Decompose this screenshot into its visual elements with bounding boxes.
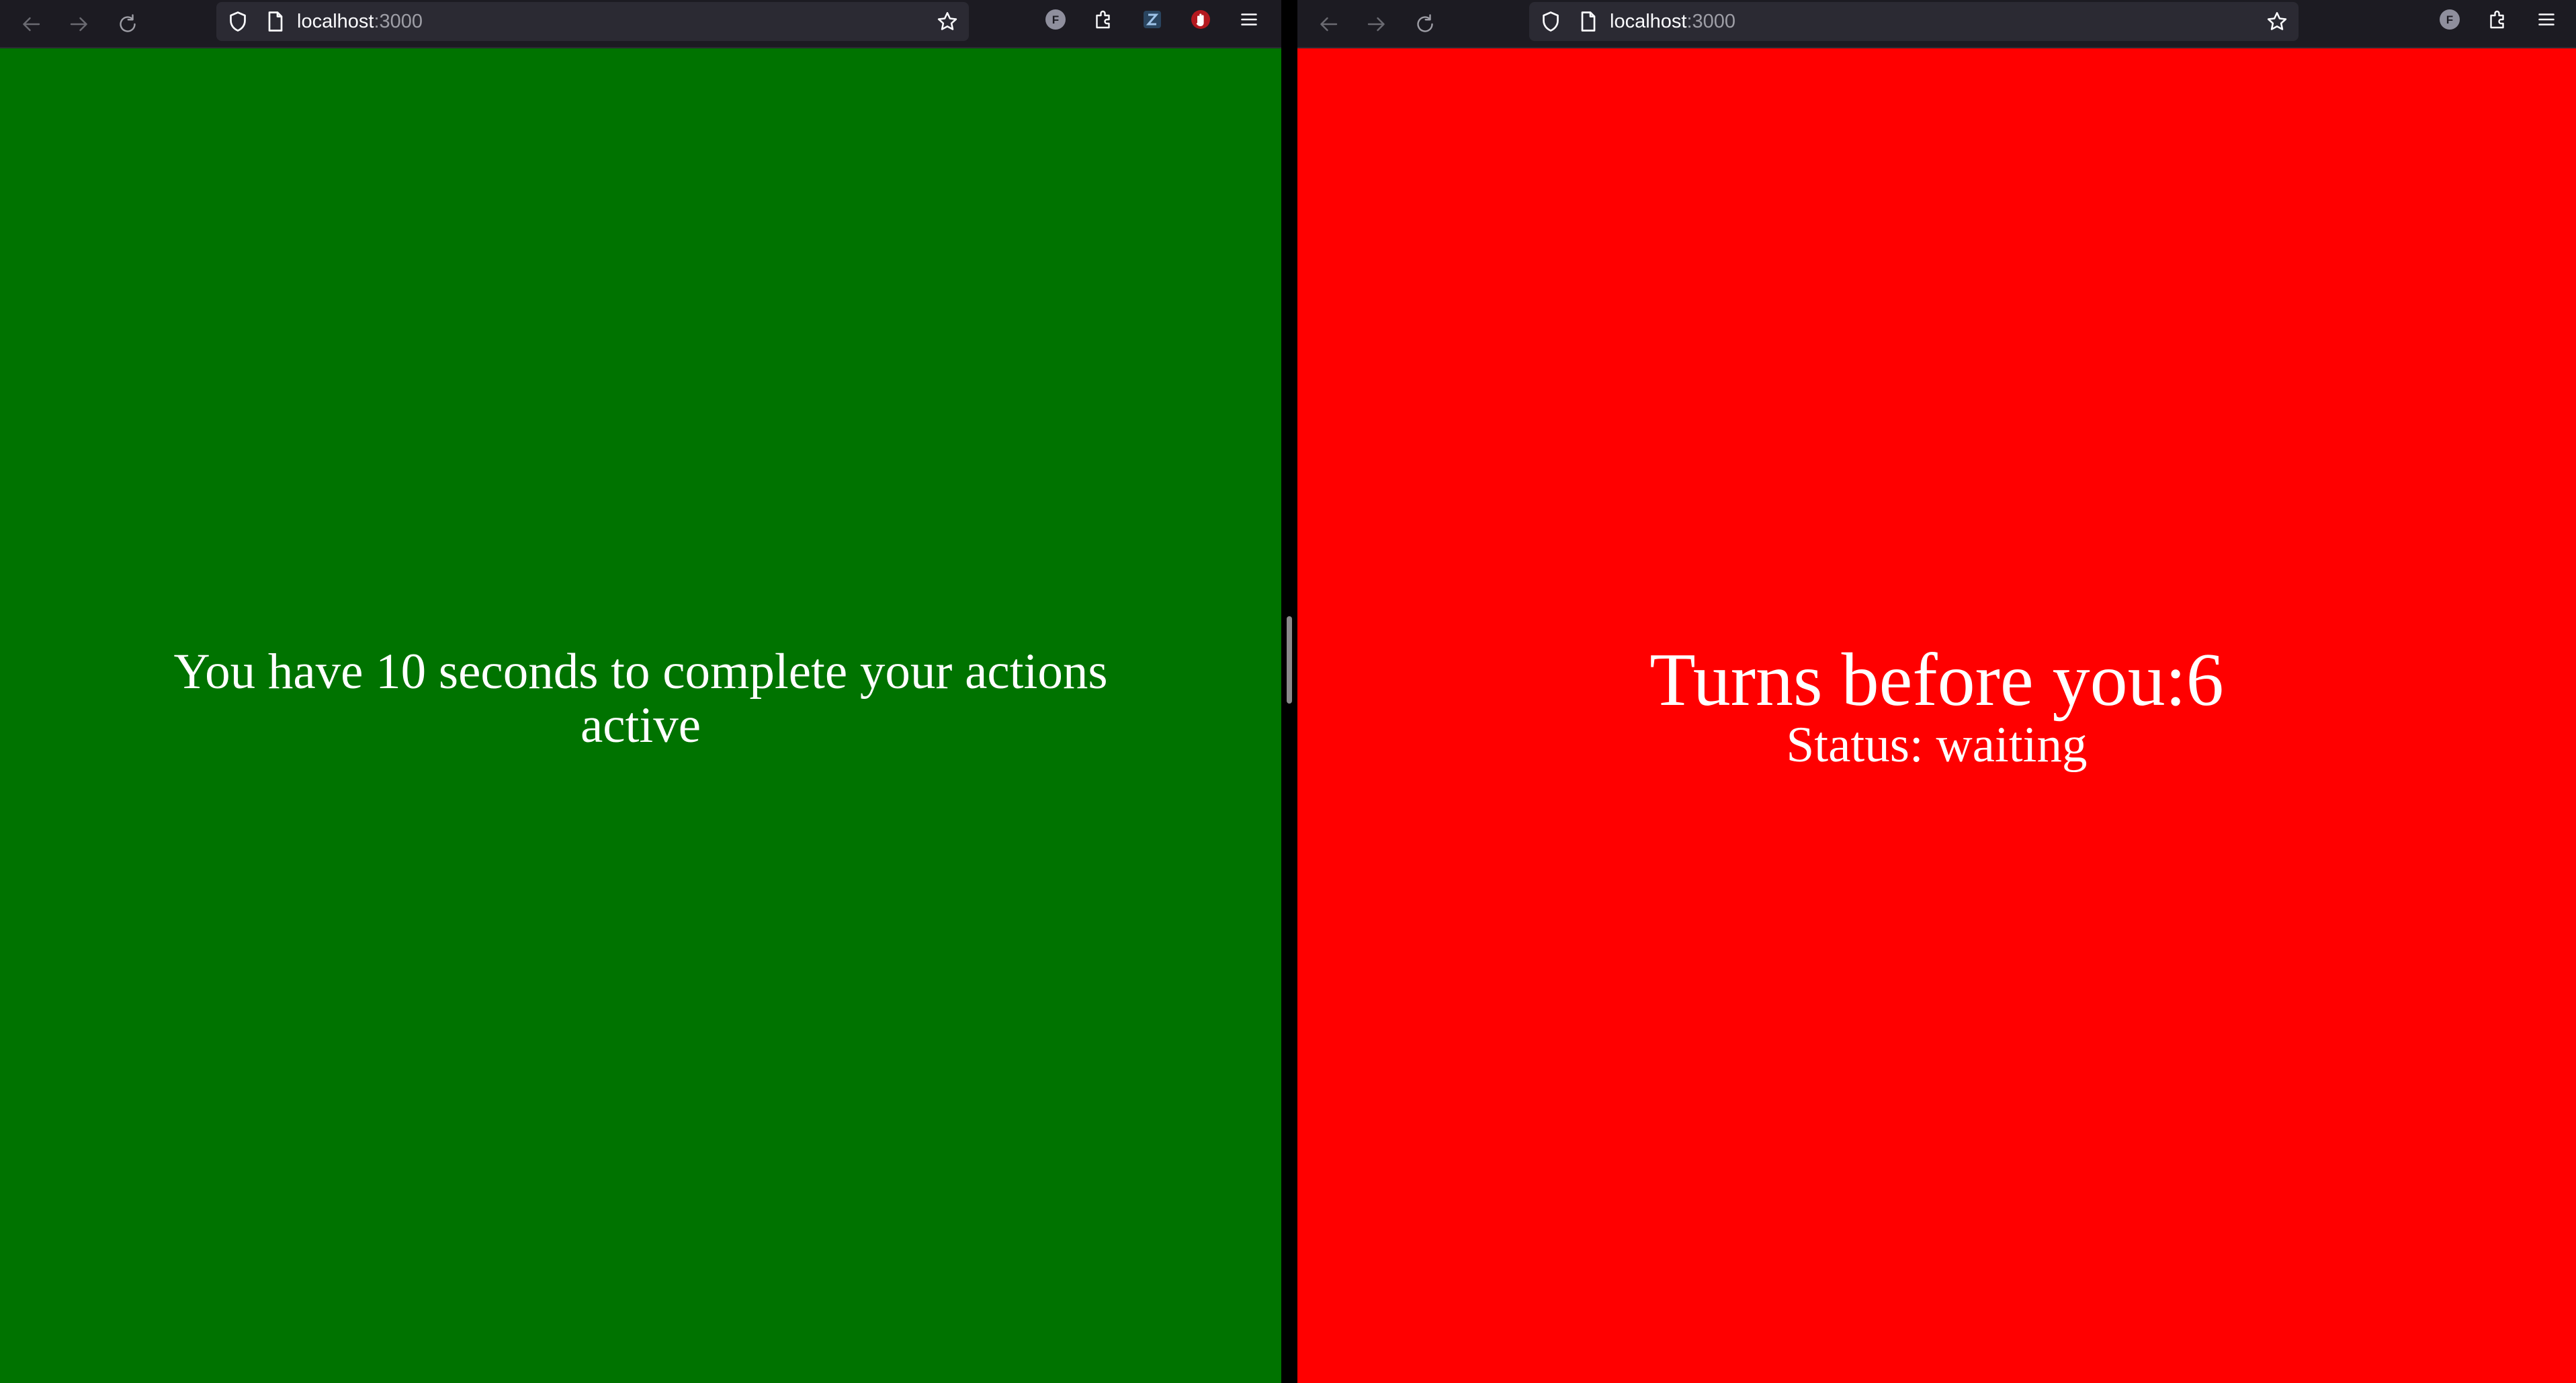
extensions-icon [1096,10,1110,29]
back-arrow-icon [1320,17,1338,32]
zotero-extension-icon [1144,11,1161,28]
browser-toolbar: localhost:3000 F [0,0,1281,48]
url-host: localhost [1610,11,1687,32]
reload-button[interactable] [1406,5,1444,43]
back-button[interactable] [1310,5,1347,43]
star-icon[interactable] [935,9,959,34]
browser-window-left: localhost:3000 F You have 10 seconds to … [0,0,1281,1383]
ublock-extension-button[interactable] [1189,7,1213,32]
reload-icon [120,14,136,32]
state-label: active [580,698,701,753]
divider-handle[interactable] [1287,616,1292,704]
extensions-button[interactable] [1092,7,1116,32]
url-host: localhost [297,11,374,32]
star-icon[interactable] [2265,9,2289,34]
back-arrow-icon [23,17,40,32]
status-text: Status: waiting [1786,717,2088,773]
account-icon: F [2440,9,2460,30]
account-initial: F [1052,13,1059,26]
back-button[interactable] [12,5,50,43]
page-content-waiting: Turns before you:6 Status: waiting [1297,48,2576,1383]
account-button[interactable]: F [1043,7,1068,32]
shield-icon[interactable] [1539,9,1563,34]
url-bar[interactable]: localhost:3000 [1529,2,2299,41]
app-menu-button[interactable] [2534,7,2559,32]
extensions-icon [2490,10,2504,29]
url-port: :3000 [374,11,423,32]
url-port: :3000 [1686,11,1736,32]
account-button[interactable]: F [2438,7,2462,32]
turns-before-you: Turns before you:6 [1649,638,2224,722]
account-icon: F [1045,9,1066,30]
account-initial: F [2446,13,2453,26]
app-menu-button[interactable] [1237,7,1261,32]
reload-button[interactable] [109,5,146,43]
forward-arrow-icon [1367,17,1385,32]
timer-message: You have 10 seconds to complete your act… [173,644,1108,700]
extensions-button[interactable] [2486,7,2510,32]
browser-toolbar: localhost:3000 F [1297,0,2576,48]
app-menu-icon [2538,13,2554,26]
url-text[interactable]: localhost:3000 [297,2,423,41]
page-icon [268,11,283,32]
forward-arrow-icon [70,17,87,32]
url-text[interactable]: localhost:3000 [1610,2,1735,41]
browser-window-right: localhost:3000 F Turns before you:6 Stat… [1297,0,2576,1383]
page-icon [1581,11,1596,32]
page-content-active: You have 10 seconds to complete your act… [0,48,1281,1383]
url-bar[interactable]: localhost:3000 [216,2,969,41]
ublock-extension-icon [1191,10,1210,29]
app-menu-icon [1241,13,1257,26]
window-divider[interactable] [1281,0,1297,1383]
forward-button[interactable] [1358,5,1396,43]
shield-icon[interactable] [226,9,250,34]
zotero-extension-button[interactable] [1140,7,1164,32]
reload-icon [1417,14,1433,32]
forward-button[interactable] [60,5,98,43]
